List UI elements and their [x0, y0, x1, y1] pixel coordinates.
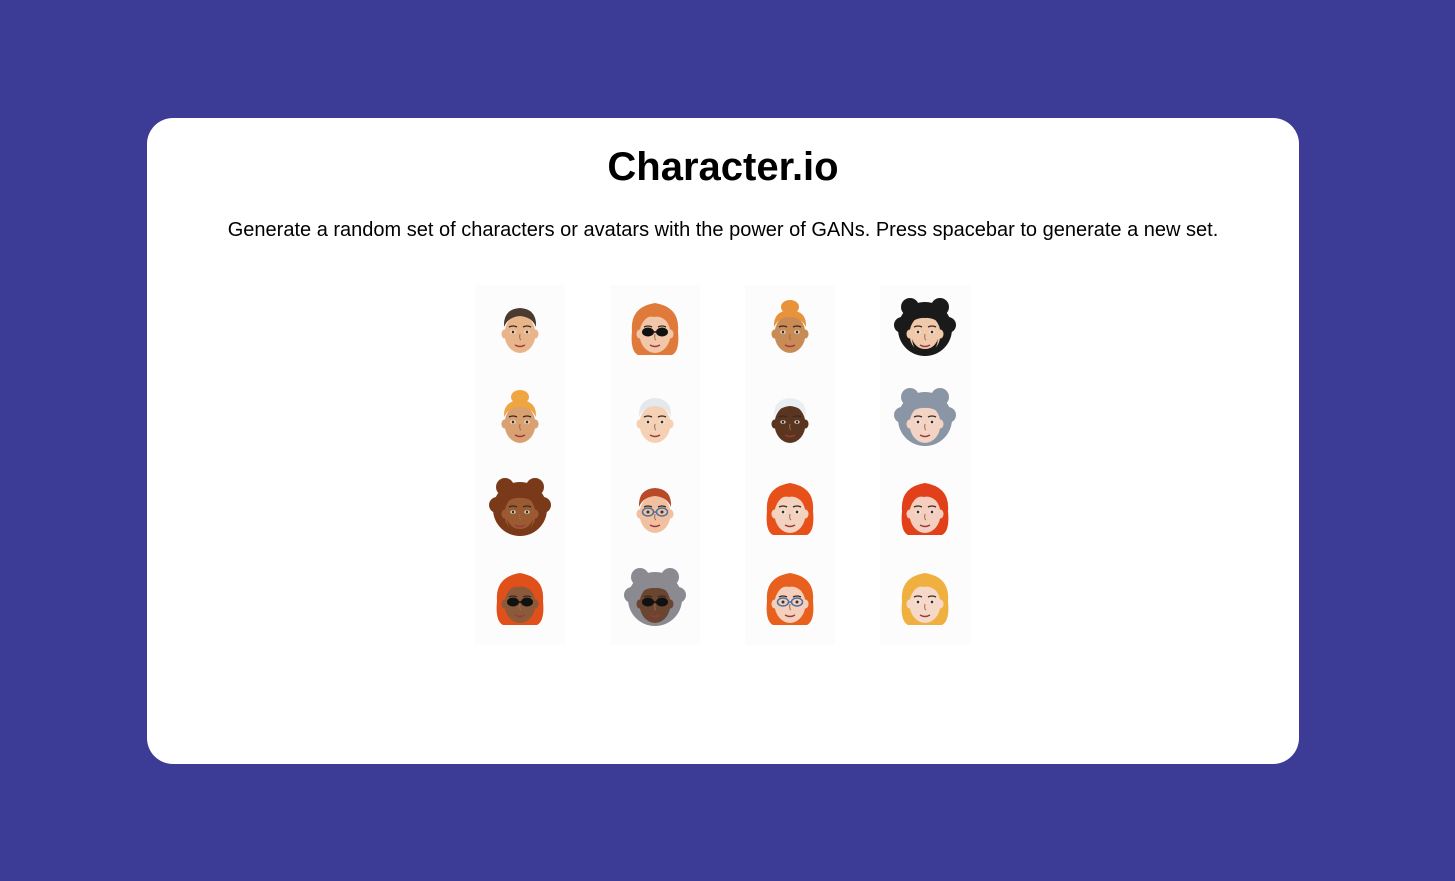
avatar-face-icon — [501, 308, 539, 353]
avatar-face-icon — [636, 398, 674, 443]
avatar-image — [610, 555, 700, 645]
avatar-image — [610, 375, 700, 465]
main-card: Character.io Generate a random set of ch… — [147, 118, 1299, 764]
page-title: Character.io — [607, 145, 839, 189]
avatar-face-icon — [901, 483, 949, 535]
avatar-face-icon — [631, 303, 679, 355]
avatar-face-icon — [894, 298, 956, 356]
avatar-image — [610, 285, 700, 375]
avatar-face-icon — [766, 573, 814, 625]
avatar-face-icon — [501, 390, 539, 443]
avatar-face-icon — [771, 300, 809, 353]
avatar-image — [745, 555, 835, 645]
avatar-image — [475, 555, 565, 645]
avatar-face-icon — [624, 568, 686, 626]
avatar-face-icon — [636, 488, 674, 533]
page-description: Generate a random set of characters or a… — [227, 219, 1219, 241]
avatar-face-icon — [766, 483, 814, 535]
avatar-face-icon — [901, 573, 949, 625]
avatar-face-icon — [894, 388, 956, 446]
avatar-image — [880, 465, 970, 555]
avatar-image — [880, 555, 970, 645]
avatar-image — [745, 285, 835, 375]
avatar-grid — [475, 285, 970, 645]
avatar-image — [880, 285, 970, 375]
avatar-image — [880, 375, 970, 465]
avatar-image — [745, 465, 835, 555]
avatar-image — [475, 285, 565, 375]
avatar-face-icon — [496, 573, 544, 625]
avatar-face-icon — [489, 478, 551, 536]
avatar-image — [475, 465, 565, 555]
avatar-image — [745, 375, 835, 465]
avatar-image — [610, 465, 700, 555]
avatar-face-icon — [771, 398, 809, 443]
avatar-image — [475, 375, 565, 465]
